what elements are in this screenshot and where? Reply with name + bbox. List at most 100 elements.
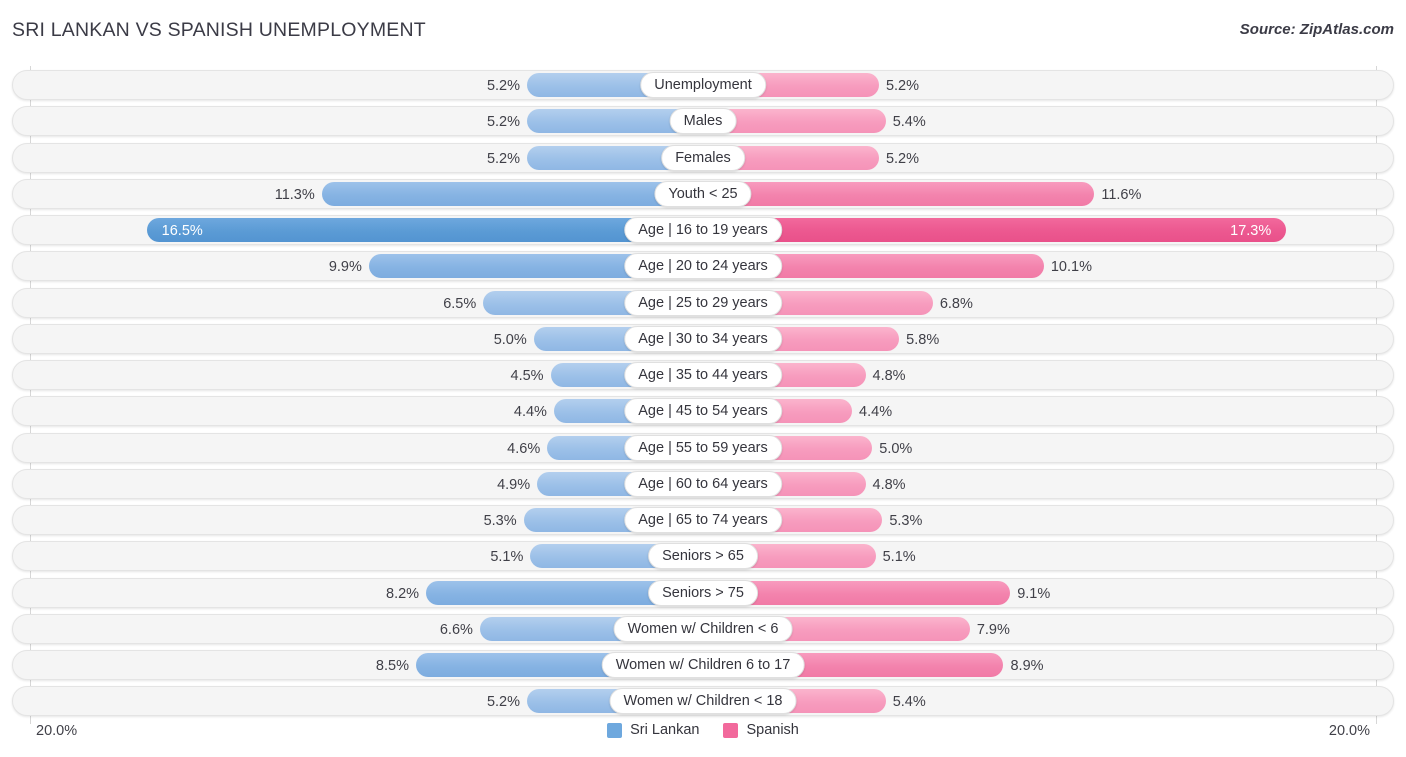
table-row[interactable]: 11.3% 11.6% Youth < 25 [12, 178, 1394, 209]
row-category-label: Age | 65 to 74 years [624, 507, 782, 533]
value-label-sri-lankan: 6.5% [443, 295, 477, 312]
row-inner: 11.3% 11.6% Youth < 25 [13, 180, 1393, 208]
legend-swatch-icon [607, 722, 623, 738]
value-label-sri-lankan: 4.4% [513, 404, 547, 421]
value-label-spanish: 4.8% [872, 368, 906, 384]
bar-sri-lankan [146, 218, 702, 242]
row-category-label: Age | 20 to 24 years [624, 253, 782, 280]
row-category-label: Males [669, 108, 737, 135]
row-inner: 5.2% 5.4% Males [13, 107, 1393, 135]
row-inner: 6.5% 6.8% Age | 25 to 29 years [13, 289, 1393, 317]
value-label-spanish: 4.8% [872, 476, 906, 493]
legend-label: Sri Lankan [630, 722, 700, 738]
table-row[interactable]: 5.2% 5.4% Males [12, 106, 1394, 137]
chart-legend: Sri Lankan Spanish [0, 722, 1406, 738]
row-category-label: Age | 16 to 19 years [624, 217, 782, 243]
table-row[interactable]: 5.2% 5.2% Unemployment [12, 70, 1394, 100]
table-row[interactable]: 4.9% 4.8% Age | 60 to 64 years [12, 468, 1394, 499]
value-label-sri-lankan: 4.6% [507, 440, 541, 457]
source-attribution: Source: ZipAtlas.com [1239, 21, 1394, 38]
row-inner: 5.2% 5.4% Women w/ Children < 18 [13, 687, 1393, 715]
table-row[interactable]: 6.5% 6.8% Age | 25 to 29 years [12, 287, 1394, 318]
row-category-label: Seniors > 65 [648, 543, 758, 570]
legend-swatch-icon [723, 722, 739, 738]
bar-spanish [704, 218, 1287, 242]
row-inner: 4.5% 4.8% Age | 35 to 44 years [13, 361, 1393, 389]
row-category-label: Seniors > 75 [648, 579, 758, 606]
legend-item-sri-lankan[interactable]: Sri Lankan [607, 722, 699, 738]
row-inner: 5.3% 5.3% Age | 65 to 74 years [13, 506, 1393, 534]
row-category-label: Women w/ Children 6 to 17 [601, 652, 805, 678]
row-inner: 5.0% 5.8% Age | 30 to 34 years [13, 325, 1393, 353]
value-label-spanish: 11.6% [1101, 186, 1142, 203]
page-title: SRI LANKAN VS SPANISH UNEMPLOYMENT [12, 19, 426, 41]
value-label-spanish: 5.4% [892, 694, 926, 711]
row-inner: 8.5% 8.9% Women w/ Children 6 to 17 [13, 651, 1393, 679]
row-category-label: Age | 60 to 64 years [624, 470, 782, 497]
value-label-sri-lankan: 5.2% [486, 78, 521, 94]
chart-root: SRI LANKAN VS SPANISH UNEMPLOYMENT Sourc… [0, 0, 1406, 757]
table-row[interactable]: 4.6% 5.0% Age | 55 to 59 years [12, 432, 1394, 463]
value-label-sri-lankan: 5.3% [483, 513, 517, 529]
table-row[interactable]: 5.3% 5.3% Age | 65 to 74 years [12, 505, 1394, 535]
row-inner: 5.2% 5.2% Females [13, 144, 1393, 172]
bar-spanish [704, 181, 1095, 206]
value-label-sri-lankan: 4.5% [510, 368, 544, 384]
row-category-label: Unemployment [640, 72, 766, 98]
row-category-label: Age | 35 to 44 years [624, 362, 782, 388]
table-row[interactable]: 4.5% 4.8% Age | 35 to 44 years [12, 360, 1394, 390]
value-label-sri-lankan: 11.3% [274, 186, 315, 203]
value-label-spanish: 4.4% [859, 404, 893, 421]
table-row[interactable]: 5.2% 5.2% Females [12, 142, 1394, 173]
value-label-sri-lankan: 8.5% [375, 658, 409, 674]
table-row[interactable]: 6.6% 7.9% Women w/ Children < 6 [12, 613, 1394, 644]
value-label-spanish: 7.9% [976, 621, 1010, 638]
bar-sri-lankan [321, 181, 702, 206]
chart-plot-area: 5.2% 5.2% Unemployment 5.2% 5.4% Males 5.2% 5.2… [12, 66, 1394, 724]
table-row[interactable]: 16.5% 17.3% Age | 16 to 19 years [12, 215, 1394, 245]
value-label-spanish: 5.1% [882, 549, 916, 566]
table-row[interactable]: 5.1% 5.1% Seniors > 65 [12, 541, 1394, 572]
row-inner: 5.1% 5.1% Seniors > 65 [13, 542, 1393, 570]
table-row[interactable]: 8.2% 9.1% Seniors > 75 [12, 577, 1394, 608]
row-inner: 8.2% 9.1% Seniors > 75 [13, 579, 1393, 607]
row-category-label: Women w/ Children < 18 [609, 688, 797, 715]
table-row[interactable]: 8.5% 8.9% Women w/ Children 6 to 17 [12, 650, 1394, 680]
value-label-sri-lankan: 5.1% [490, 549, 524, 566]
row-inner: 6.6% 7.9% Women w/ Children < 6 [13, 615, 1393, 643]
value-label-spanish: 9.1% [1017, 585, 1051, 602]
table-row[interactable]: 4.4% 4.4% Age | 45 to 54 years [12, 396, 1394, 427]
row-category-label: Age | 45 to 54 years [624, 398, 782, 425]
row-category-label: Youth < 25 [654, 180, 752, 207]
row-inner: 4.4% 4.4% Age | 45 to 54 years [13, 397, 1393, 425]
table-row[interactable]: 5.2% 5.4% Women w/ Children < 18 [12, 686, 1394, 717]
value-label-sri-lankan: 6.6% [439, 621, 473, 638]
row-category-label: Age | 30 to 34 years [624, 325, 782, 352]
value-label-sri-lankan: 5.2% [486, 114, 521, 131]
value-label-spanish: 10.1% [1050, 259, 1092, 276]
value-label-spanish: 5.3% [889, 513, 923, 529]
row-inner: 9.9% 10.1% Age | 20 to 24 years [13, 252, 1393, 280]
value-label-sri-lankan: 8.2% [386, 585, 420, 602]
value-label-spanish: 17.3% [1230, 223, 1272, 239]
table-row[interactable]: 5.0% 5.8% Age | 30 to 34 years [12, 323, 1394, 354]
value-label-spanish: 5.2% [885, 150, 920, 167]
value-label-spanish: 5.4% [892, 114, 926, 131]
value-label-sri-lankan: 16.5% [161, 223, 203, 239]
legend-label: Spanish [746, 722, 799, 738]
value-label-spanish: 8.9% [1010, 658, 1044, 674]
row-inner: 5.2% 5.2% Unemployment [13, 71, 1393, 99]
value-label-sri-lankan: 4.9% [497, 476, 531, 493]
row-inner: 16.5% 17.3% Age | 16 to 19 years [13, 216, 1393, 244]
value-label-spanish: 5.0% [879, 440, 913, 457]
legend-item-spanish[interactable]: Spanish [723, 722, 799, 738]
table-row[interactable]: 9.9% 10.1% Age | 20 to 24 years [12, 251, 1394, 282]
value-label-spanish: 5.2% [885, 78, 920, 94]
value-label-sri-lankan: 5.0% [493, 331, 527, 348]
row-inner: 4.9% 4.8% Age | 60 to 64 years [13, 470, 1393, 498]
row-category-label: Women w/ Children < 6 [613, 615, 793, 642]
row-category-label: Age | 25 to 29 years [624, 289, 782, 316]
value-label-spanish: 5.8% [906, 331, 940, 348]
value-label-sri-lankan: 5.2% [486, 150, 521, 167]
value-label-spanish: 6.8% [939, 295, 973, 312]
